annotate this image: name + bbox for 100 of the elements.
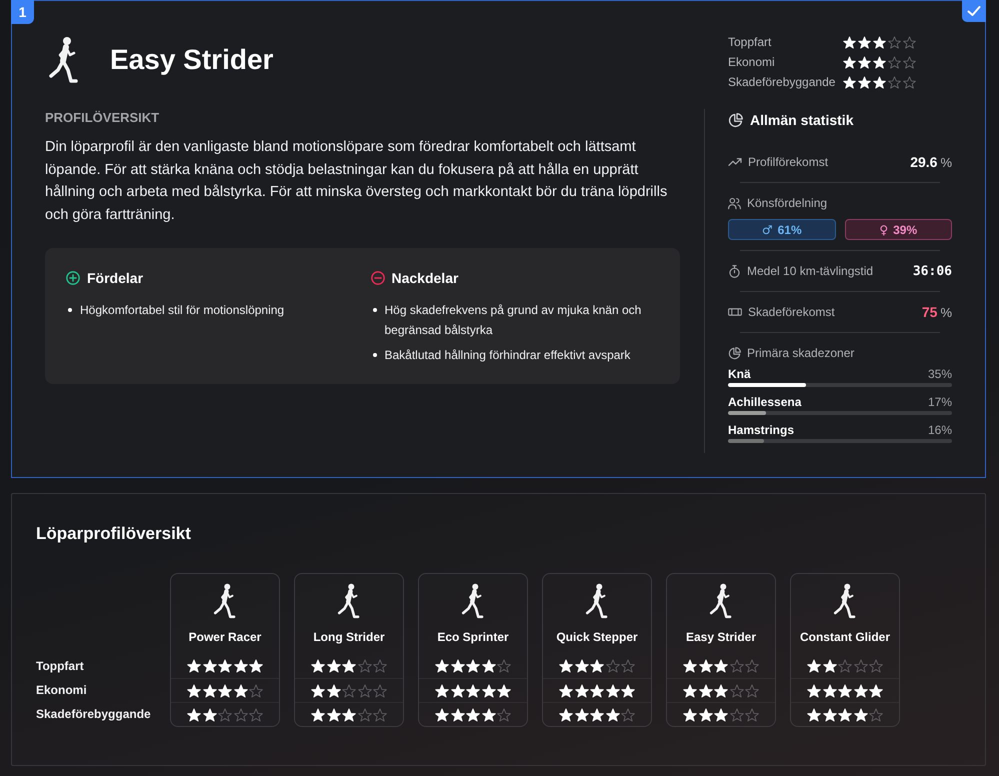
stat-value: 75 — [922, 304, 938, 320]
star-icon — [714, 659, 728, 673]
star-icon — [311, 684, 325, 698]
star-icon — [234, 659, 248, 673]
bullet-icon — [372, 308, 376, 312]
star-icon — [202, 659, 216, 673]
star-icon — [854, 684, 868, 698]
runner-icon — [585, 583, 609, 619]
profile-tile[interactable]: Eco Sprinter — [418, 573, 528, 727]
profile-name: Easy Strider — [686, 630, 756, 644]
star-icon — [854, 659, 868, 673]
star-icon — [858, 76, 871, 88]
star-icon — [574, 708, 588, 722]
star-icon — [559, 684, 573, 698]
stat-label: Primära skadezoner — [747, 346, 856, 360]
rating-label: Ekonomi — [728, 55, 776, 69]
star-icon — [698, 708, 712, 722]
star-icon — [234, 708, 248, 722]
profile-tile[interactable]: Easy Strider — [666, 573, 776, 727]
star-icon — [869, 659, 883, 673]
star-icon — [888, 56, 901, 68]
runner-icon — [833, 583, 857, 619]
star-icon — [234, 684, 248, 698]
check-icon — [962, 0, 986, 22]
profile-tile[interactable]: Power Racer — [170, 573, 280, 727]
profile-name: Long Strider — [313, 630, 385, 644]
star-icon — [683, 659, 697, 673]
people-icon — [728, 196, 741, 210]
star-icon — [683, 708, 697, 722]
list-item-text: Bakåtlutad hållning förhindrar effektivt avspark — [384, 347, 630, 364]
star-icon — [714, 684, 728, 698]
star-icon — [358, 684, 372, 698]
list-item-text: Hög skadefrekvens på grund av mjuka knän och begränsad bålstyrka — [384, 302, 642, 339]
stat-label: Skadeförekomst — [748, 305, 836, 319]
gender-symbol: ♂ — [762, 222, 773, 236]
star-icon — [843, 56, 856, 68]
star-icon — [218, 708, 232, 722]
list-item-text: Högkomfortabel stil för motionslöpning — [80, 302, 284, 319]
star-icon — [590, 684, 604, 698]
list-heading: Fördelar — [87, 270, 144, 286]
star-icon — [858, 36, 871, 48]
star-icon — [326, 708, 340, 722]
star-icon — [807, 659, 821, 673]
number-badge: 1 — [11, 0, 34, 24]
stat-value: 29.6 — [910, 154, 938, 170]
star-icon — [745, 659, 759, 673]
rating-label: Skadeförebyggande — [728, 75, 836, 89]
star-icon — [466, 684, 480, 698]
star-icon — [218, 659, 232, 673]
list-heading: Nackdelar — [392, 270, 458, 286]
profile-name: Quick Stepper — [556, 630, 638, 644]
star-icon — [249, 684, 263, 698]
star-icon — [590, 708, 604, 722]
pie-chart-icon — [728, 112, 743, 128]
star-icon — [714, 708, 728, 722]
star-icon — [482, 708, 496, 722]
star-icon — [482, 684, 496, 698]
star-icon — [482, 659, 496, 673]
runner-icon — [48, 36, 80, 84]
criterion-label: Skadeförebyggande — [36, 706, 152, 723]
profile-tile[interactable]: Constant Glider — [790, 573, 900, 727]
stat-label: Profilförekomst — [748, 155, 830, 169]
stat-label: Könsfördelning — [747, 196, 828, 210]
star-icon — [843, 76, 856, 88]
star-icon — [873, 76, 886, 88]
star-icon — [450, 708, 464, 722]
star-icon — [249, 708, 263, 722]
star-icon — [202, 684, 216, 698]
bullet-icon — [68, 308, 72, 312]
plus-circle-icon — [66, 271, 80, 285]
stat-label: Medel 10 km-tävlingstid — [747, 264, 874, 278]
star-icon — [435, 708, 449, 722]
unit-text: % — [940, 154, 952, 170]
star-icon — [358, 659, 372, 673]
profile-tile[interactable]: Long Strider — [294, 573, 404, 727]
star-icon — [590, 659, 604, 673]
profile-name: Constant Glider — [800, 630, 890, 644]
star-icon — [326, 659, 340, 673]
bullet-icon — [372, 353, 376, 357]
star-icon — [373, 659, 387, 673]
criterion-label: Toppfart — [36, 658, 85, 675]
star-icon — [621, 708, 635, 722]
runner-icon — [337, 583, 361, 619]
star-icon — [218, 684, 232, 698]
star-icon — [574, 659, 588, 673]
star-icon — [838, 708, 852, 722]
star-icon — [869, 684, 883, 698]
stat-value: 36:06 — [912, 264, 952, 278]
zone-name: Hamstrings — [728, 423, 794, 437]
star-icon — [745, 684, 759, 698]
star-icon — [373, 708, 387, 722]
star-icon — [903, 76, 916, 88]
star-icon — [822, 659, 836, 673]
star-icon — [807, 708, 821, 722]
star-icon — [450, 684, 464, 698]
star-icon — [621, 659, 635, 673]
section-title: Löparprofilöversikt — [36, 524, 192, 544]
star-icon — [466, 708, 480, 722]
share-value: 39% — [893, 222, 918, 236]
profile-tile[interactable]: Quick Stepper — [542, 573, 652, 727]
